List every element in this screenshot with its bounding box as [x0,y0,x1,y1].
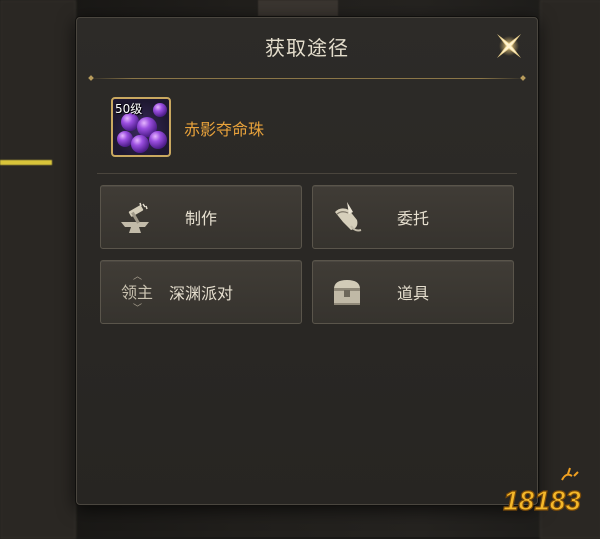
background-panel-right [540,0,600,539]
source-button-commission[interactable]: 委托 [312,185,514,249]
source-label: 制作 [184,209,217,228]
source-button-item[interactable]: 道具 [312,260,514,324]
source-button-craft[interactable]: 制作 [100,185,302,249]
close-icon[interactable] [491,28,527,64]
item-level-tag: 50级 [115,102,143,116]
title-divider [89,78,525,79]
anvil-hammer-icon [115,198,155,238]
badge-text: 领主 [120,283,153,302]
source-label: 深渊派对 [168,284,233,303]
dialog-title: 获取途径 [265,36,349,60]
source-button-abyss-party[interactable]: ︿ 领主 ﹀ 深渊派对 [100,260,302,324]
scroll-quill-icon [327,198,367,238]
acquisition-dialog: 获取途径 50级 赤影夺命珠 制作 委托 ︿ 领主 ﹀ 深渊派对 道具 [76,17,538,505]
background-progress-bar [0,160,52,165]
treasure-chest-icon [327,273,367,313]
background-panel-left [0,0,76,539]
watermark-text: 18183 [503,485,581,516]
item-divider [97,173,517,174]
site-watermark-logo: 18183 [492,466,592,526]
source-label: 委托 [396,209,429,228]
chevron-down-icon: ﹀ [133,304,143,314]
item-icon[interactable]: 50级 [111,97,171,157]
lingzhu-badge-icon: ︿ 领主 ﹀ [115,272,155,314]
background-progress-bar-2 [258,0,338,16]
source-label: 道具 [396,284,429,303]
item-name: 赤影夺命珠 [184,120,265,139]
